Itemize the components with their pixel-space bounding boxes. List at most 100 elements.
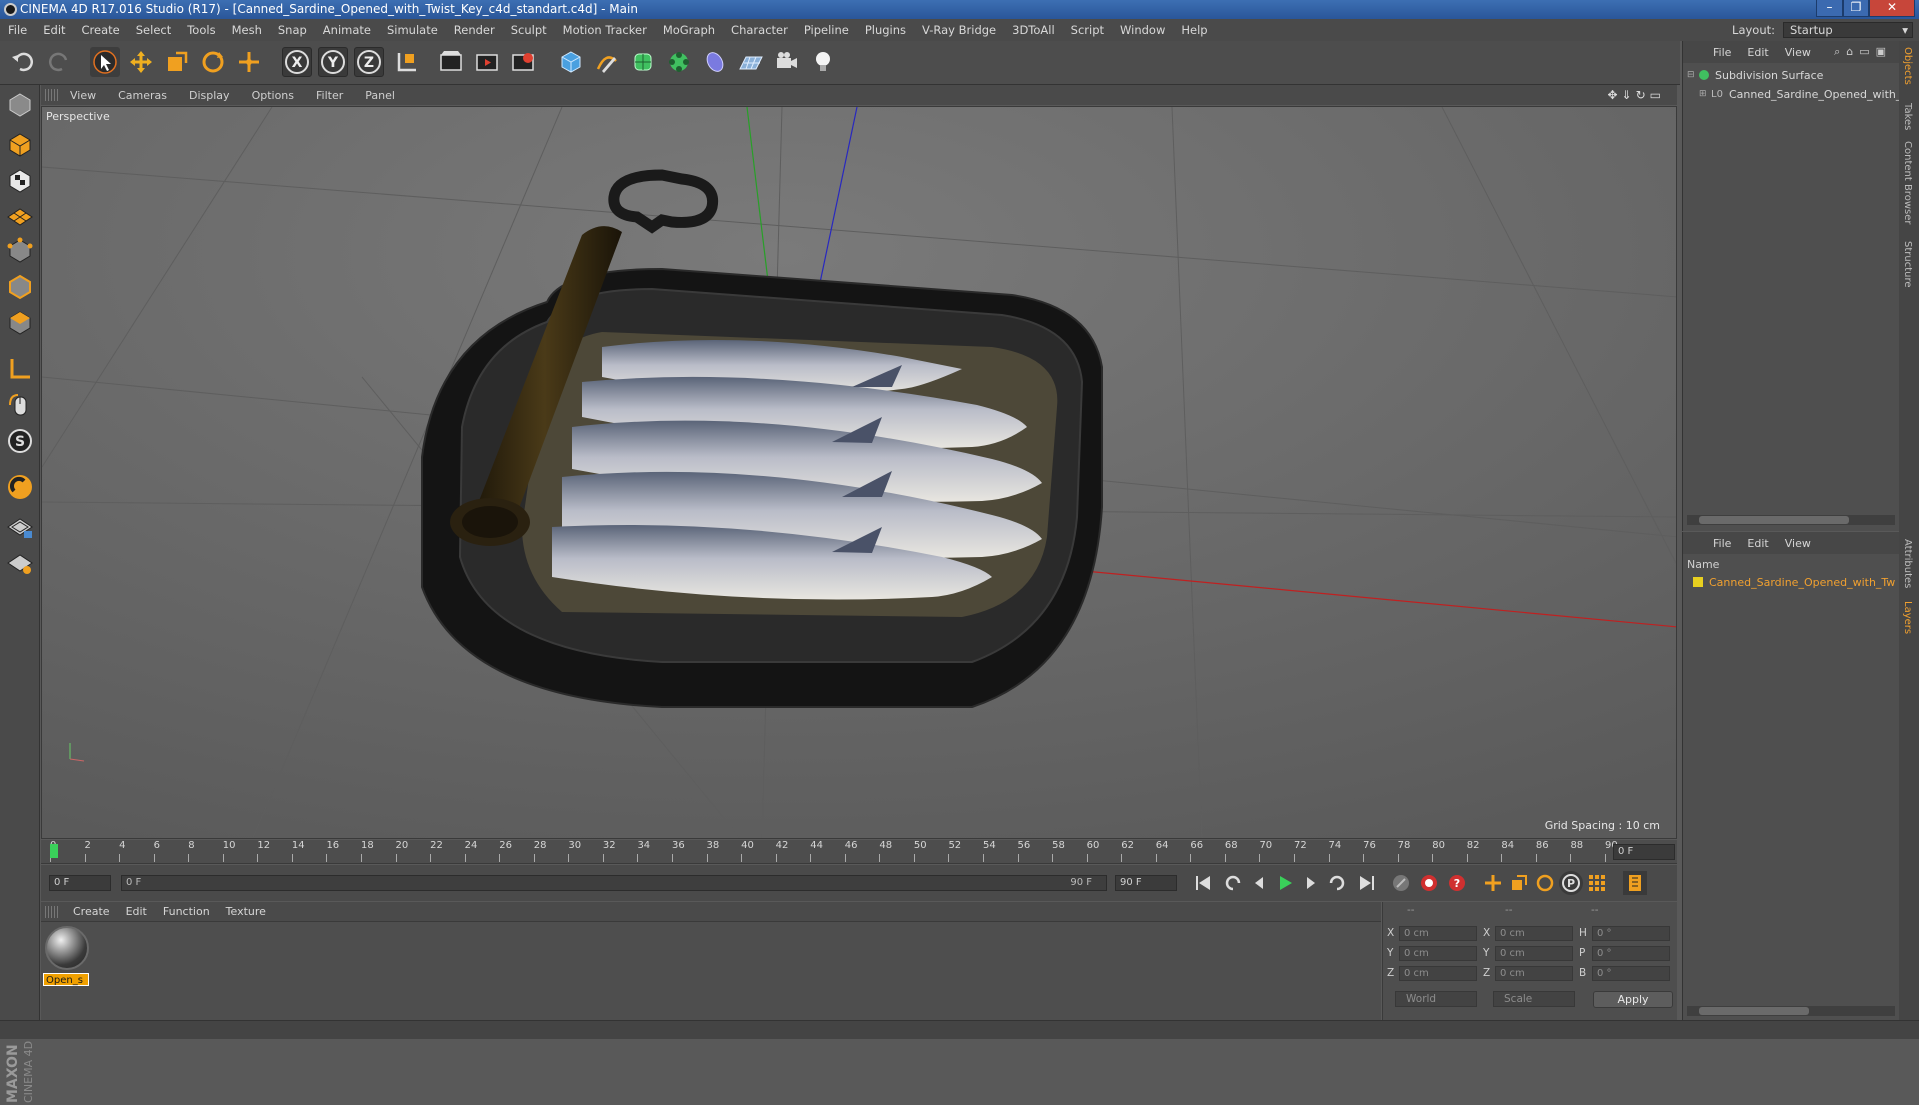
menu-vray-bridge[interactable]: V-Ray Bridge [914, 23, 1004, 37]
playhead[interactable] [50, 844, 58, 858]
position-x-field[interactable]: 0 cm [1399, 926, 1477, 941]
menu-edit[interactable]: Edit [35, 23, 73, 37]
material-menu-texture[interactable]: Texture [218, 905, 274, 918]
snapping-icon[interactable]: S [3, 425, 37, 457]
go-to-end-icon[interactable] [1355, 871, 1379, 895]
menu-pipeline[interactable]: Pipeline [796, 23, 857, 37]
viewport-menu-panel[interactable]: Panel [354, 89, 406, 102]
model-mode-icon[interactable] [3, 129, 37, 161]
object-manager-tool-icons[interactable]: ⌕⌂▭▣ [1834, 45, 1892, 59]
menu-file[interactable]: File [0, 23, 35, 37]
menu-select[interactable]: Select [128, 23, 179, 37]
menu-3dtoall[interactable]: 3DToAll [1004, 23, 1063, 37]
key-rotation-icon[interactable] [1533, 871, 1557, 895]
size-x-field[interactable]: 0 cm [1495, 926, 1573, 941]
expand-icon[interactable]: ⊞ [1699, 89, 1711, 99]
scrollbar-thumb[interactable] [1699, 516, 1849, 524]
menu-snap[interactable]: Snap [270, 23, 315, 37]
key-parameter-icon[interactable]: P [1559, 871, 1583, 895]
end-frame-field[interactable]: 90 F [1115, 875, 1177, 891]
redo-icon[interactable] [44, 47, 74, 77]
rotation-p-field[interactable]: 0 ° [1592, 946, 1670, 961]
cube-primitive-icon[interactable] [556, 47, 586, 77]
viewport-menu-view[interactable]: View [59, 89, 107, 102]
autokey-icon[interactable]: ? [1445, 871, 1469, 895]
menu-create[interactable]: Create [74, 23, 128, 37]
key-pla-icon[interactable] [1585, 871, 1609, 895]
coordinate-system-icon[interactable] [392, 47, 422, 77]
light-icon[interactable] [808, 47, 838, 77]
viewport-navigation-icons[interactable]: ✥⇓↻▭ [1607, 88, 1665, 102]
timeline-ruler[interactable]: 0246810121416182022242628303234363840424… [41, 840, 1677, 864]
record-active-icon[interactable] [1417, 871, 1441, 895]
axis-mode-icon[interactable] [3, 353, 37, 385]
material-name-label[interactable]: Open_s [43, 973, 89, 986]
deformer-icon[interactable] [700, 47, 730, 77]
menu-plugins[interactable]: Plugins [857, 23, 914, 37]
planar-workplane-icon[interactable] [3, 547, 37, 579]
start-frame-field[interactable]: 0 F [49, 875, 111, 891]
menu-sculpt[interactable]: Sculpt [503, 23, 555, 37]
tab-structure[interactable]: Structure [1902, 241, 1913, 288]
material-menu-function[interactable]: Function [155, 905, 218, 918]
tweak-mode-icon[interactable] [3, 389, 37, 421]
size-z-field[interactable]: 0 cm [1495, 966, 1573, 981]
render-view-icon[interactable] [436, 47, 466, 77]
locked-workplane-icon[interactable] [3, 511, 37, 543]
tab-takes[interactable]: Takes [1902, 103, 1913, 130]
make-editable-icon[interactable] [3, 89, 37, 121]
texture-mode-icon[interactable] [3, 165, 37, 197]
size-y-field[interactable]: 0 cm [1495, 946, 1573, 961]
rotation-h-field[interactable]: 0 ° [1592, 926, 1670, 941]
objects-menu-edit[interactable]: Edit [1739, 46, 1776, 59]
axis-x-button[interactable]: X [282, 47, 312, 77]
rotation-b-field[interactable]: 0 ° [1592, 966, 1670, 981]
workplane-mode-icon[interactable] [3, 199, 37, 231]
pen-spline-icon[interactable] [592, 47, 622, 77]
key-scale-icon[interactable] [1507, 871, 1531, 895]
undo-icon[interactable] [8, 47, 38, 77]
move-icon[interactable] [126, 47, 156, 77]
scale-icon[interactable] [162, 47, 192, 77]
horizontal-scrollbar[interactable] [1687, 1006, 1895, 1016]
menu-character[interactable]: Character [723, 23, 796, 37]
close-button[interactable]: ✕ [1869, 0, 1915, 17]
next-frame-icon[interactable] [1299, 871, 1323, 895]
position-z-field[interactable]: 0 cm [1399, 966, 1477, 981]
menu-help[interactable]: Help [1173, 23, 1215, 37]
previous-frame-icon[interactable] [1247, 871, 1271, 895]
coordinate-mode-dropdown[interactable]: World [1395, 991, 1477, 1007]
menu-mograph[interactable]: MoGraph [655, 23, 723, 37]
layers-menu-edit[interactable]: Edit [1739, 537, 1776, 550]
viewport-menu-display[interactable]: Display [178, 89, 241, 102]
tab-content-browser[interactable]: Content Browser [1902, 141, 1913, 224]
magnet-icon[interactable] [3, 471, 37, 503]
minimize-button[interactable]: – [1816, 0, 1843, 17]
material-preview-swatch[interactable] [45, 926, 89, 970]
collapse-icon[interactable]: ⊟ [1687, 70, 1699, 80]
material-menu-create[interactable]: Create [65, 905, 118, 918]
menu-simulate[interactable]: Simulate [379, 23, 446, 37]
viewport-menu-filter[interactable]: Filter [305, 89, 354, 102]
select-live-icon[interactable] [90, 47, 120, 77]
points-mode-icon[interactable] [3, 235, 37, 267]
scrollbar-thumb[interactable] [1699, 1007, 1809, 1015]
menu-mesh[interactable]: Mesh [224, 23, 270, 37]
tab-objects[interactable]: Objects [1902, 47, 1913, 85]
range-slider[interactable]: 0 F 90 F [121, 875, 1107, 891]
menu-render[interactable]: Render [446, 23, 503, 37]
layout-dropdown[interactable]: Startup [1783, 22, 1913, 38]
viewport-menu-cameras[interactable]: Cameras [107, 89, 178, 102]
menu-motion-tracker[interactable]: Motion Tracker [555, 23, 655, 37]
play-icon[interactable] [1273, 871, 1297, 895]
layers-menu-view[interactable]: View [1777, 537, 1819, 550]
axis-z-button[interactable]: Z [354, 47, 384, 77]
object-row[interactable]: ⊞ L0 Canned_Sardine_Opened_with_T [1699, 86, 1908, 102]
axis-y-button[interactable]: Y [318, 47, 348, 77]
transform-icon[interactable] [234, 47, 264, 77]
maximize-button[interactable]: ❐ [1843, 0, 1869, 17]
polygons-mode-icon[interactable] [3, 307, 37, 339]
objects-menu-view[interactable]: View [1777, 46, 1819, 59]
apply-button[interactable]: Apply [1593, 991, 1673, 1008]
edges-mode-icon[interactable] [3, 271, 37, 303]
